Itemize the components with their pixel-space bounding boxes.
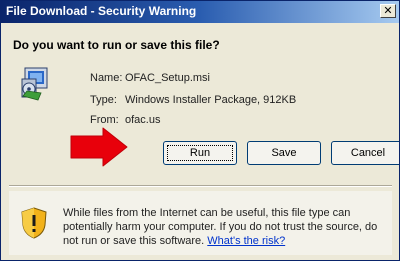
file-from-value: ofac.us: [125, 114, 161, 126]
cancel-button[interactable]: Cancel: [331, 141, 399, 165]
file-name-value: OFAC_Setup.msi: [125, 72, 210, 84]
close-icon: ✕: [383, 5, 393, 17]
dialog-heading: Do you want to run or save this file?: [13, 38, 220, 52]
file-type-label: Type:: [90, 94, 117, 106]
window-title: File Download - Security Warning: [6, 4, 197, 18]
installer-package-icon: [21, 67, 48, 101]
warning-message: While files from the Internet can be use…: [63, 206, 393, 248]
shield-warning-icon: [21, 207, 47, 239]
close-button[interactable]: ✕: [380, 4, 396, 18]
file-from-label: From:: [90, 114, 119, 126]
run-button[interactable]: Run: [163, 141, 237, 165]
red-arrow-icon: [70, 127, 128, 167]
file-name-label: Name:: [90, 72, 123, 84]
divider: [9, 185, 392, 187]
whats-the-risk-link[interactable]: What's the risk?: [207, 235, 285, 247]
titlebar[interactable]: File Download - Security Warning ✕: [1, 1, 399, 23]
file-type-value: Windows Installer Package, 912KB: [125, 94, 297, 106]
security-warning-dialog: File Download - Security Warning ✕ Do yo…: [0, 0, 400, 261]
save-button[interactable]: Save: [247, 141, 321, 165]
